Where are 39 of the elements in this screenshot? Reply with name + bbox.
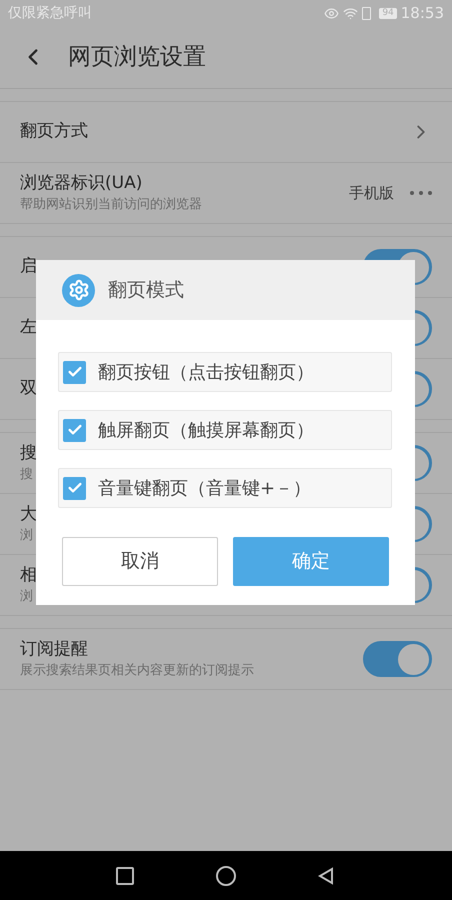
toggle-switch[interactable] <box>363 641 432 677</box>
back-nav-icon[interactable] <box>318 866 334 884</box>
option-row[interactable]: 翻页按钮（点击按钮翻页） <box>58 352 392 392</box>
row-title: 启 <box>20 256 38 278</box>
home-icon[interactable] <box>216 866 236 886</box>
eye-icon <box>324 6 340 20</box>
row-subtitle: 搜 <box>20 466 34 483</box>
row-subtitle: 帮助网站识别当前访问的浏览器 <box>20 196 203 213</box>
checkbox[interactable] <box>63 360 86 384</box>
wifi-icon <box>343 6 358 20</box>
cancel-button[interactable]: 取消 <box>62 537 218 586</box>
row-value: 手机版 <box>349 182 394 204</box>
option-label: 触屏翻页（触摸屏幕翻页） <box>98 418 314 442</box>
settings-row[interactable]: 订阅提醒 展示搜索结果页相关内容更新的订阅提示 <box>0 629 452 690</box>
checkbox[interactable] <box>63 476 86 500</box>
row-subtitle: 浏 <box>20 588 34 605</box>
option-row[interactable]: 音量键翻页（音量键+－） <box>58 468 392 508</box>
row-title: 订阅提醒 <box>20 639 89 660</box>
row-title: 左 <box>20 317 38 339</box>
checkbox[interactable] <box>63 418 86 442</box>
row-title: 大 <box>20 504 38 526</box>
settings-row[interactable]: 翻页方式 <box>0 102 452 163</box>
row-subtitle: 展示搜索结果页相关内容更新的订阅提示 <box>20 662 255 679</box>
row-title: 搜 <box>20 443 38 464</box>
row-title: 相 <box>20 565 38 586</box>
recents-icon[interactable] <box>116 866 134 884</box>
settings-row[interactable]: 浏览器标识(UA) 帮助网站识别当前访问的浏览器 手机版 <box>0 163 452 224</box>
row-title: 浏览器标识(UA) <box>20 173 144 194</box>
sim-icon <box>362 6 372 20</box>
page-title: 网页浏览设置 <box>68 42 206 72</box>
option-row[interactable]: 触屏翻页（触摸屏幕翻页） <box>58 410 392 450</box>
more-icon[interactable] <box>410 191 432 195</box>
settings-icon <box>62 274 95 306</box>
row-title: 翻页方式 <box>20 121 89 143</box>
dialog-title: 翻页模式 <box>108 278 184 303</box>
option-label: 音量键翻页（音量键+－） <box>98 476 312 500</box>
option-label: 翻页按钮（点击按钮翻页） <box>98 360 314 384</box>
row-subtitle: 浏 <box>20 528 34 544</box>
row-title: 双 <box>20 378 38 400</box>
